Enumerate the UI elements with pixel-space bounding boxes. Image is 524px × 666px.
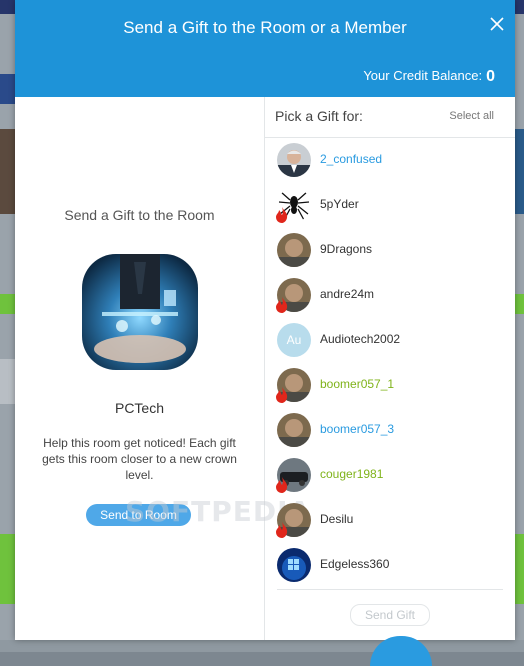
- avatar: [277, 143, 311, 177]
- pick-header: Pick a Gift for: Select all: [265, 97, 515, 138]
- member-name: couger1981: [320, 467, 384, 481]
- member-row[interactable]: 2_confused: [265, 137, 515, 182]
- member-row[interactable]: boomer057_3: [265, 407, 515, 452]
- member-name: boomer057_1: [320, 377, 395, 391]
- member-list: 2_confused 5pYder 9Dragons andre24m Au Audiot…: [265, 137, 515, 587]
- avatar: [277, 548, 311, 582]
- background-bottom: [0, 640, 524, 652]
- member-row[interactable]: 5pYder: [265, 182, 515, 227]
- credit-balance: Your Credit Balance: 0: [363, 68, 495, 86]
- flame-icon: [275, 296, 289, 314]
- avatar: [277, 233, 311, 267]
- flame-icon: [275, 476, 289, 494]
- flame-icon: [275, 206, 289, 224]
- member-name: 2_confused: [320, 152, 383, 166]
- member-name: Edgeless360: [320, 557, 390, 571]
- send-gift-button[interactable]: Send Gift: [350, 604, 430, 626]
- gift-modal: Send a Gift to the Room or a Member Your…: [15, 0, 515, 640]
- member-row[interactable]: andre24m: [265, 272, 515, 317]
- background-left-edge: [0, 14, 15, 652]
- member-name: boomer057_3: [320, 422, 395, 436]
- send-to-room-button[interactable]: Send to Room: [86, 504, 191, 526]
- member-row[interactable]: Au Audiotech2002: [265, 317, 515, 362]
- member-name: 5pYder: [320, 197, 359, 211]
- select-all-link[interactable]: Select all: [449, 110, 494, 122]
- background-right-edge: [514, 14, 524, 652]
- member-row[interactable]: 9Dragons: [265, 227, 515, 272]
- room-heading: Send a Gift to the Room: [64, 207, 215, 223]
- member-row[interactable]: Edgeless360: [265, 542, 515, 587]
- room-name: PCTech: [114, 400, 165, 416]
- room-panel: Send a Gift to the Room PCTech Help this…: [15, 97, 310, 640]
- credit-label: Your Credit Balance:: [363, 68, 483, 83]
- avatar: [277, 413, 311, 447]
- avatar: Au: [277, 323, 311, 357]
- member-panel: Pick a Gift for: Select all 2_confused 5p…: [265, 97, 515, 640]
- flame-icon: [275, 521, 289, 539]
- room-description: Help this room get noticed! Each gift ge…: [42, 436, 237, 482]
- divider: [277, 589, 503, 590]
- member-row[interactable]: boomer057_1: [265, 362, 515, 407]
- member-row[interactable]: Desilu: [265, 497, 515, 542]
- room-image: [82, 254, 198, 370]
- member-name: Desilu: [320, 512, 354, 526]
- member-name: Audiotech2002: [320, 332, 401, 346]
- member-row[interactable]: couger1981: [265, 452, 515, 497]
- flame-icon: [275, 386, 289, 404]
- member-name: 9Dragons: [320, 242, 373, 256]
- member-name: andre24m: [320, 287, 375, 301]
- close-icon[interactable]: [487, 14, 507, 34]
- modal-title: Send a Gift to the Room or a Member: [123, 18, 407, 37]
- modal-header: Send a Gift to the Room or a Member Your…: [15, 0, 515, 97]
- pick-label: Pick a Gift for:: [275, 108, 363, 124]
- credit-value: 0: [486, 68, 495, 85]
